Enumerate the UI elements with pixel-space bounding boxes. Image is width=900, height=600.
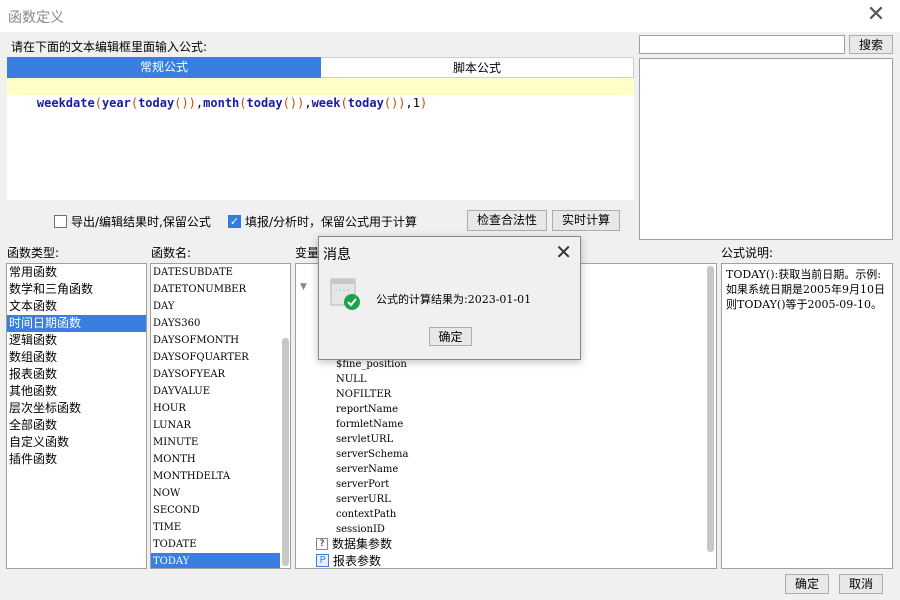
formula-description: TODAY():获取当前日期。示例:如果系统日期是2005年9月10日则TODA… <box>721 263 893 569</box>
realtime-calc-button[interactable]: 实时计算 <box>552 210 620 231</box>
function-name-item[interactable]: DATETONUMBER <box>151 281 280 298</box>
function-type-item[interactable]: 时间日期函数 <box>7 315 146 332</box>
function-name-item[interactable]: MINUTE <box>151 434 280 451</box>
message-close-icon[interactable]: ✕ <box>555 240 572 264</box>
function-types-label: 函数类型: <box>7 246 60 260</box>
function-name-item[interactable]: TODAY <box>151 553 280 568</box>
search-button[interactable]: 搜索 <box>849 35 893 54</box>
formula-line[interactable]: weekdate(year(today()),month(today()),we… <box>7 78 634 110</box>
function-type-item[interactable]: 常用函数 <box>7 264 146 281</box>
function-name-item[interactable]: LUNAR <box>151 417 280 434</box>
message-text: 公式的计算结果为:2023-01-01 <box>376 291 531 307</box>
function-names-list[interactable]: DATESUBDATE DATETONUMBER DAY DAYS360 DAYSOFM… <box>150 263 291 569</box>
success-check-icon <box>329 278 363 312</box>
keep-formula-fill-option[interactable]: ✓ 填报/分析时，保留公式用于计算 <box>228 213 417 230</box>
variable-item[interactable]: reportName <box>336 402 408 417</box>
formula-text: weekdate(year(today()),month(today()),we… <box>36 96 428 110</box>
keep-formula-export-option[interactable]: 导出/编辑结果时,保留公式 <box>54 213 211 230</box>
function-type-item[interactable]: 层次坐标函数 <box>7 400 146 417</box>
variable-item[interactable]: formletName <box>336 417 408 432</box>
variables-label: 变量 <box>295 246 320 260</box>
formula-editor[interactable]: weekdate(year(today()),month(today()),we… <box>7 78 634 200</box>
editor-prompt-label: 请在下面的文本编辑框里面输入公式: <box>11 40 208 54</box>
function-name-item[interactable]: DAYVALUE <box>151 383 280 400</box>
function-name-item[interactable]: DATESUBDATE <box>151 264 280 281</box>
report-params-group[interactable]: P 报表参数 <box>316 552 382 568</box>
close-icon[interactable]: ✕ <box>862 2 890 30</box>
message-prefix: 公式的计算结果为: <box>376 293 468 306</box>
report-params-label: 报表参数 <box>333 554 382 568</box>
function-name-item[interactable]: TIME <box>151 519 280 536</box>
function-type-item[interactable]: 逻辑函数 <box>7 332 146 349</box>
function-name-item[interactable]: DAY <box>151 298 280 315</box>
tab-script-formula[interactable]: 脚本公式 <box>321 57 634 78</box>
keep-formula-export-checkbox[interactable] <box>54 215 67 228</box>
ok-button[interactable]: 确定 <box>785 574 829 594</box>
function-name-item[interactable]: HOUR <box>151 400 280 417</box>
variable-item[interactable]: NULL <box>336 372 408 387</box>
function-type-item[interactable]: 文本函数 <box>7 298 146 315</box>
variable-item[interactable]: serverPort <box>336 477 408 492</box>
search-results-panel[interactable] <box>639 58 893 240</box>
function-type-item[interactable]: 数组函数 <box>7 349 146 366</box>
window-title: 函数定义 <box>8 10 64 26</box>
function-name-item[interactable]: DAYSOFYEAR <box>151 366 280 383</box>
function-name-item[interactable]: MONTH <box>151 451 280 468</box>
function-name-item[interactable]: TODATE <box>151 536 280 553</box>
function-name-item[interactable]: NOW <box>151 485 280 502</box>
check-validity-button[interactable]: 检查合法性 <box>467 210 547 231</box>
function-names-scrollbar[interactable] <box>282 338 289 566</box>
variable-item[interactable]: servletURL <box>336 432 408 447</box>
dataset-params-group[interactable]: ? 数据集参数 <box>316 535 392 552</box>
function-name-item[interactable]: DAYS360 <box>151 315 280 332</box>
tree-expand-icon[interactable]: ▼ <box>300 282 307 292</box>
function-name-item[interactable]: SECOND <box>151 502 280 519</box>
function-types-list[interactable]: 常用函数 数学和三角函数 文本函数 时间日期函数 逻辑函数 数组函数 报表函数 其他函数 层次坐… <box>6 263 147 569</box>
function-type-item[interactable]: 数学和三角函数 <box>7 281 146 298</box>
function-type-item[interactable]: 全部函数 <box>7 417 146 434</box>
keep-formula-fill-checkbox[interactable]: ✓ <box>228 215 241 228</box>
variables-scrollbar[interactable] <box>707 266 714 552</box>
report-params-icon: P <box>316 554 329 567</box>
search-input[interactable] <box>639 35 845 54</box>
function-type-item[interactable]: 插件函数 <box>7 451 146 468</box>
variable-item[interactable]: contextPath <box>336 507 408 522</box>
function-type-item[interactable]: 其他函数 <box>7 383 146 400</box>
tab-regular-formula[interactable]: 常规公式 <box>7 57 321 78</box>
message-dialog: 消息 ✕ 公式的计算结果为:2023-01-01 确定 <box>318 236 581 360</box>
message-dialog-title: 消息 <box>323 247 351 263</box>
function-name-item[interactable]: MONTHDELTA <box>151 468 280 485</box>
description-label: 公式说明: <box>721 246 774 260</box>
function-name-item[interactable]: DAYSOFMONTH <box>151 332 280 349</box>
variable-item[interactable]: NOFILTER <box>336 387 408 402</box>
function-type-item[interactable]: 自定义函数 <box>7 434 146 451</box>
variable-item[interactable]: serverSchema <box>336 447 408 462</box>
dataset-params-label: 数据集参数 <box>332 537 393 551</box>
function-type-item[interactable]: 报表函数 <box>7 366 146 383</box>
message-result: 2023-01-01 <box>467 293 532 306</box>
cancel-button[interactable]: 取消 <box>839 574 883 594</box>
keep-formula-fill-label: 填报/分析时，保留公式用于计算 <box>245 215 418 229</box>
variable-item[interactable]: serverName <box>336 462 408 477</box>
function-name-item[interactable]: DAYSOFQUARTER <box>151 349 280 366</box>
keep-formula-export-label: 导出/编辑结果时,保留公式 <box>71 215 211 229</box>
dataset-params-icon: ? <box>316 537 328 550</box>
variable-item[interactable]: serverURL <box>336 492 408 507</box>
message-ok-button[interactable]: 确定 <box>429 327 472 346</box>
title-bar: 函数定义 ✕ <box>0 0 900 32</box>
function-names-label: 函数名: <box>151 246 192 260</box>
